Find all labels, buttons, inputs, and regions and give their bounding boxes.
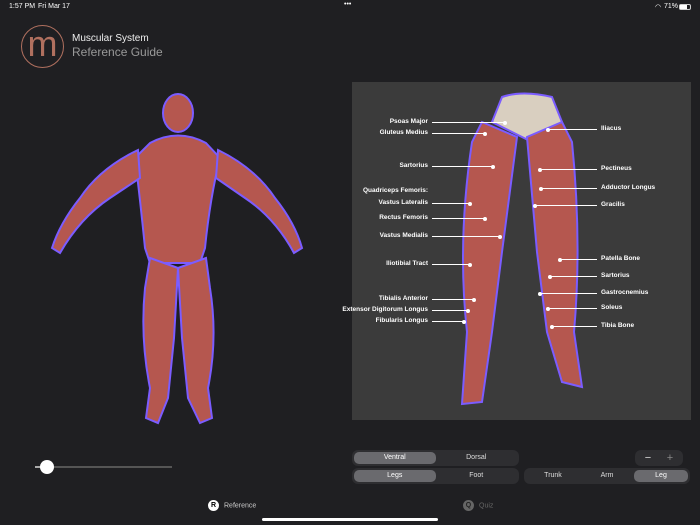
tab-reference-label: Reference	[224, 502, 257, 510]
diagram-label: Soleus	[601, 304, 623, 311]
leader-line	[432, 218, 485, 219]
body-arm[interactable]: Arm	[580, 470, 634, 482]
body-leg[interactable]: Leg	[634, 470, 688, 482]
leader-line	[540, 169, 597, 170]
diagram-label: Iliotibial Tract	[386, 260, 428, 267]
quiz-icon: Q	[463, 500, 474, 511]
body-part-segmented-control[interactable]: Trunk Arm Leg	[524, 468, 690, 484]
leader-dot	[472, 297, 476, 302]
diagram-label: Sartorius	[601, 272, 630, 279]
zoom-slider-track[interactable]	[35, 466, 172, 468]
diagram-label: Gastrocnemius	[601, 289, 649, 296]
leader-line	[535, 205, 597, 206]
leader-dot	[491, 164, 495, 169]
home-indicator	[262, 518, 438, 521]
region-legs[interactable]: Legs	[354, 470, 436, 482]
view-segmented-control[interactable]: Ventral Dorsal	[352, 450, 519, 466]
leader-dot	[548, 274, 552, 279]
zoom-out-button[interactable]: −	[637, 452, 659, 464]
leader-dot	[483, 131, 487, 136]
diagram-label: Rectus Femoris	[379, 214, 428, 221]
app-subtitle: Reference Guide	[72, 45, 163, 59]
diagram-label: Fibularis Longus	[375, 317, 428, 324]
view-dorsal[interactable]: Dorsal	[436, 452, 518, 464]
leader-dot	[539, 186, 543, 191]
leader-dot	[462, 319, 466, 324]
leader-line	[540, 293, 597, 294]
leader-dot	[503, 120, 507, 125]
zoom-in-button[interactable]: +	[659, 452, 681, 464]
region-foot[interactable]: Foot	[436, 470, 518, 482]
leader-line	[432, 203, 470, 204]
leader-dot	[558, 257, 562, 262]
full-body-model[interactable]	[40, 88, 310, 433]
leader-dot	[466, 308, 470, 313]
diagram-label: Extensor Digitorum Longus	[342, 306, 428, 313]
leader-line	[432, 236, 500, 237]
leader-line	[432, 166, 493, 167]
tab-quiz[interactable]: Q Quiz	[463, 500, 493, 511]
leader-line	[432, 133, 485, 134]
leader-line	[552, 326, 597, 327]
leader-dot	[468, 201, 472, 206]
body-trunk[interactable]: Trunk	[526, 470, 580, 482]
tab-quiz-label: Quiz	[479, 502, 494, 510]
reference-icon: R	[208, 500, 219, 511]
zoom-slider-thumb[interactable]	[40, 460, 54, 474]
battery-icon	[679, 4, 691, 10]
zoom-stepper[interactable]: − +	[635, 450, 683, 466]
leader-dot	[550, 324, 554, 329]
app-title: Muscular System	[72, 33, 149, 44]
leader-line	[548, 129, 597, 130]
anatomy-diagram-panel: Psoas Major Gluteus Medius Sartorius Quadri…	[342, 82, 691, 420]
leader-dot	[498, 234, 502, 239]
status-date: Fri Mar 17	[38, 3, 70, 10]
leader-line	[541, 188, 597, 189]
diagram-label: Adductor Longus	[601, 184, 656, 191]
leader-dot	[468, 262, 472, 267]
leader-dot	[483, 216, 487, 221]
leader-dot	[533, 203, 537, 208]
status-time: 1:57 PM	[9, 3, 36, 10]
leader-line	[432, 122, 505, 123]
diagram-label: Patella Bone	[601, 255, 641, 262]
leader-dot	[546, 127, 550, 132]
leader-dot	[538, 167, 542, 172]
diagram-label: Iliacus	[601, 125, 622, 132]
app-logo: m	[21, 25, 64, 68]
leader-dot	[546, 306, 550, 311]
diagram-label: Vastus Medialis	[379, 232, 428, 239]
battery-level: 71%	[664, 3, 679, 10]
diagram-label: Vastus Lateralis	[378, 199, 429, 206]
leader-line	[432, 310, 468, 311]
leader-line	[550, 276, 597, 277]
leader-line	[432, 321, 464, 322]
diagram-label: Gracilis	[601, 201, 625, 208]
diagram-label: Tibialis Anterior	[378, 295, 428, 302]
diagram-label: Tibia Bone	[601, 322, 635, 329]
region-segmented-control[interactable]: Legs Foot	[352, 468, 519, 484]
diagram-label: Psoas Major	[389, 118, 428, 125]
view-ventral[interactable]: Ventral	[354, 452, 436, 464]
leader-dot	[538, 291, 542, 296]
tab-reference[interactable]: R Reference	[208, 500, 256, 511]
leader-line	[548, 308, 597, 309]
diagram-label: Quadriceps Femoris:	[362, 187, 428, 194]
leader-line	[432, 264, 470, 265]
diagram-label: Sartorius	[399, 162, 428, 169]
diagram-label: Gluteus Medius	[379, 129, 428, 136]
leader-line	[432, 299, 474, 300]
leader-line	[560, 259, 597, 260]
wifi-icon: ◠	[655, 4, 662, 11]
diagram-label: Pectineus	[601, 165, 632, 172]
multitask-dots[interactable]: •••	[344, 1, 351, 8]
